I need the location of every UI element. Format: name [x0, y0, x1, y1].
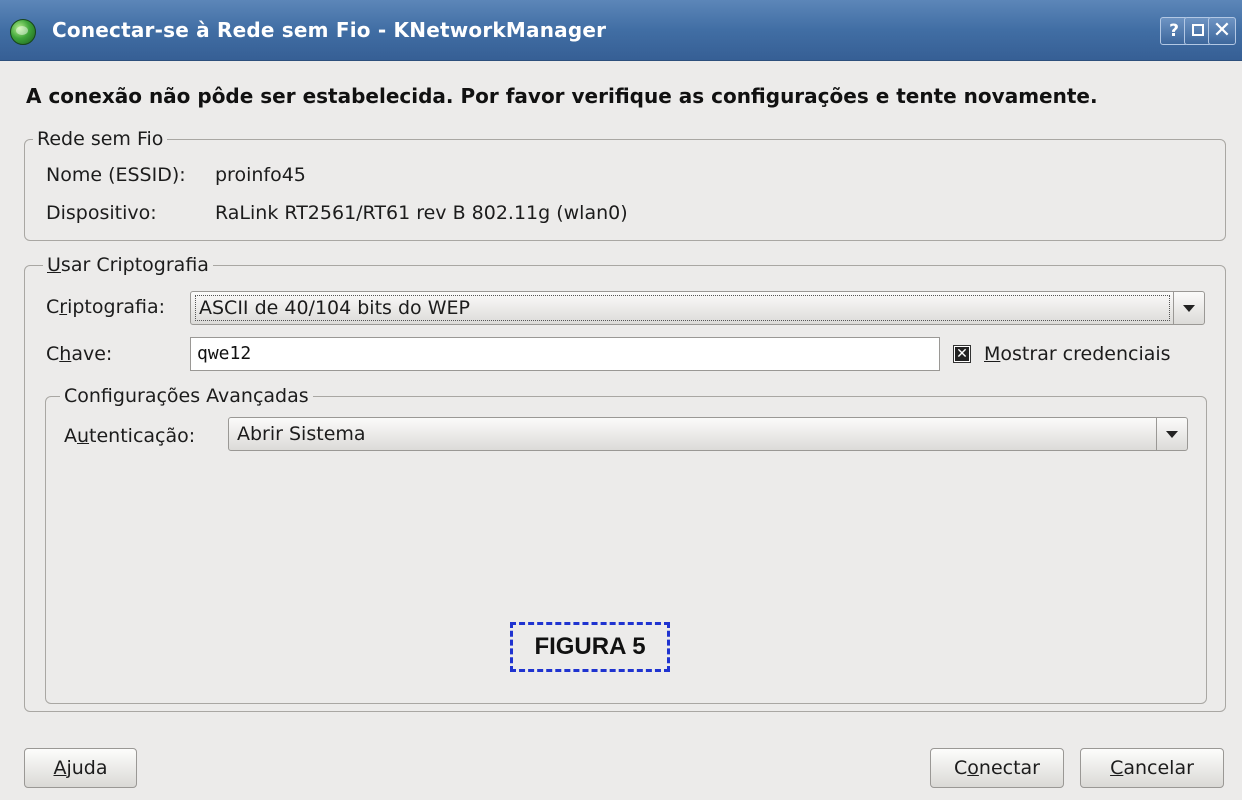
encryption-selected-value: ASCII de 40/104 bits do WEP: [199, 297, 470, 319]
key-label: Chave:: [46, 343, 113, 365]
connect-button[interactable]: Conectar: [930, 748, 1064, 788]
help-button[interactable]: Ajuda: [24, 748, 137, 788]
show-credentials-checkbox[interactable]: ✕: [953, 345, 971, 363]
key-input-field[interactable]: [197, 343, 871, 364]
advanced-settings-title: Configurações Avançadas: [60, 384, 313, 408]
window-title: Conectar-se à Rede sem Fio - KNetworkMan…: [52, 18, 607, 42]
authentication-selected-value: Abrir Sistema: [237, 423, 366, 445]
encryption-label: Criptografia:: [46, 296, 166, 318]
use-encryption-title[interactable]: Usar Criptografia: [43, 253, 213, 277]
authentication-label: Autenticação:: [64, 425, 196, 447]
figure-annotation-label: FIGURA 5: [510, 622, 670, 672]
device-value: RaLink RT2561/RT61 rev B 802.11g (wlan0): [215, 202, 628, 224]
wireless-group-title: Rede sem Fio: [33, 127, 168, 151]
authentication-select[interactable]: Abrir Sistema: [228, 417, 1188, 451]
key-input[interactable]: [190, 337, 940, 371]
window-titlebar[interactable]: Conectar-se à Rede sem Fio - KNetworkMan…: [0, 0, 1242, 61]
show-credentials-label[interactable]: Mostrar credenciais: [984, 343, 1171, 365]
essid-label: Nome (ESSID):: [46, 164, 186, 186]
chevron-down-icon: [1166, 431, 1178, 438]
encryption-select[interactable]: ASCII de 40/104 bits do WEP: [190, 291, 1205, 325]
essid-value: proinfo45: [215, 164, 306, 186]
encryption-dropdown-arrow[interactable]: [1173, 292, 1204, 324]
chevron-down-icon: [1183, 305, 1195, 312]
error-message: A conexão não pôde ser estabelecida. Por…: [26, 84, 1098, 108]
wireless-network-group: Rede sem Fio Nome (ESSID): proinfo45 Dis…: [24, 127, 1226, 241]
close-button[interactable]: ✕: [1208, 17, 1236, 45]
cancel-button[interactable]: Cancelar: [1080, 748, 1224, 788]
device-label: Dispositivo:: [46, 202, 157, 224]
checkbox-check-icon: ✕: [955, 346, 969, 362]
knetworkmanager-app-icon: [10, 19, 36, 45]
authentication-dropdown-arrow[interactable]: [1156, 418, 1187, 450]
